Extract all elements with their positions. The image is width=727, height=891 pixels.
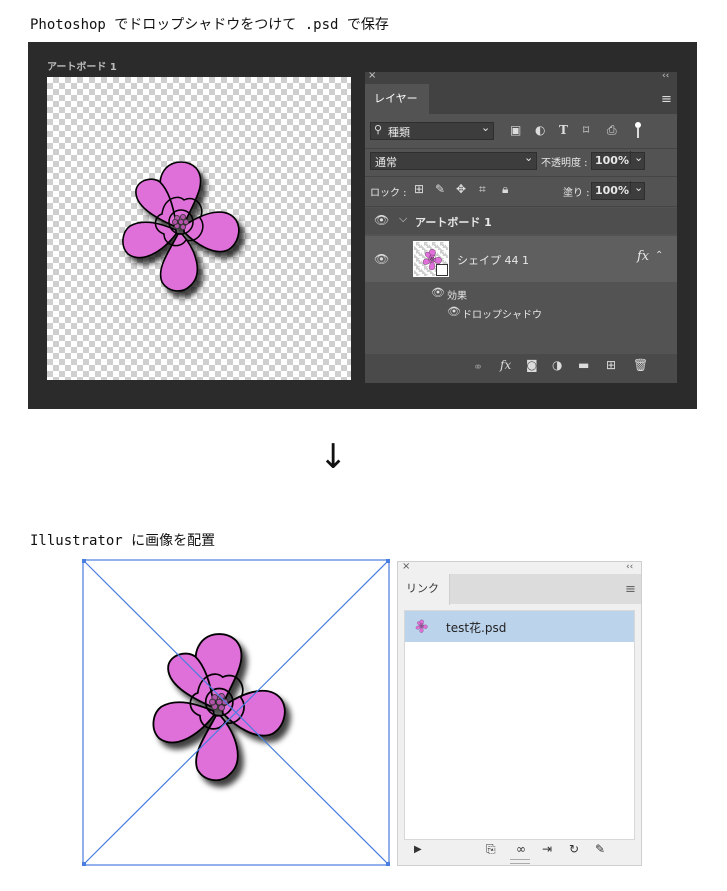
show-info-icon[interactable]: ▶ [414,844,422,855]
layers-panel: × ‹‹ レイヤー ≡ ⚲ 種類 ⌄ ▣ ◐ T ⌑ ⎙ 通常 ⌄ 不透明度 :… [365,70,677,383]
effect-item-label: ドロップシャドウ [462,310,542,321]
lock-position-icon[interactable]: ✥ [456,182,466,196]
lock-label: ロック : [370,188,407,199]
visibility-eye-icon[interactable]: 👁︎ [374,213,389,227]
placed-image-bounds [82,559,390,866]
caption-photoshop: Photoshop でドロップシャドウをつけて .psd で保存 [30,17,389,33]
photoshop-canvas[interactable] [47,77,351,380]
artboard-label: アートボード 1 [47,62,117,73]
illustrator-placed-image[interactable] [82,559,390,866]
collapse-icon[interactable]: ‹‹ [626,562,633,572]
search-icon: ⚲ [374,123,383,136]
smart-object-filter-icon[interactable]: ⎙ [607,123,617,138]
adjustment-icon[interactable]: ◑ [552,358,562,372]
shape-layer-badge-icon [436,264,448,276]
close-icon[interactable]: × [368,70,376,81]
chevron-down-icon[interactable]: ⌵ [399,212,407,226]
adjustment-filter-icon[interactable]: ◐ [535,123,545,137]
photoshop-window: アートボード 1 × ‹‹ レイヤー ≡ ⚲ 種類 ⌄ ▣ ◐ T ⌑ ⎙ 通常 [28,42,697,409]
panel-menu-icon[interactable]: ≡ [661,92,672,107]
link-icon[interactable]: ⚭ [473,360,483,374]
panel-menu-icon[interactable]: ≡ [625,582,636,597]
layer-row-shape[interactable]: 👁︎ シェイプ 44 1 fx ⌃ [365,236,677,282]
lock-all-icon[interactable]: 🔒︎ [502,182,508,197]
trash-icon[interactable]: 🗑︎ [633,358,648,372]
blend-mode-select[interactable]: 通常 ⌄ [370,151,537,170]
tab-links[interactable]: リンク [398,574,450,605]
relink-from-library-icon[interactable]: ⎘ [486,842,496,857]
layer-row-artboard[interactable]: 👁︎ ⌵ アートボード 1 [365,208,677,234]
lock-image-pixels-icon[interactable]: ✎ [435,182,445,196]
filter-kind-select[interactable]: ⚲ 種類 ⌄ [370,121,494,140]
fill-input[interactable]: 100% ⌄ [591,181,645,200]
opacity-input[interactable]: 100% ⌄ [591,151,645,170]
link-thumbnail-image [415,619,428,633]
layer-thumbnail [413,241,449,277]
fx-icon[interactable]: fx [500,358,511,372]
lock-artboard-icon[interactable]: ⌗ [479,182,486,197]
links-panel: × ‹‹ リンク ≡ test花.psd ▶ ⎘ ∞ ⇥ ↻ ✎ [397,561,642,866]
new-layer-icon[interactable]: ⊞ [606,358,616,372]
visibility-eye-icon[interactable]: 👁︎ [447,305,461,318]
image-filter-icon[interactable]: ▣ [510,123,521,137]
relink-icon[interactable]: ∞ [516,842,526,856]
update-link-icon[interactable]: ↻ [569,842,579,856]
fill-label: 塗り : [563,188,590,199]
panel-header [365,72,677,84]
chevron-down-icon: ⌄ [481,121,491,134]
edit-original-icon[interactable]: ✎ [595,842,605,856]
down-arrow-icon: ↓ [319,437,348,477]
fill-value: 100% [595,184,629,197]
shape-filter-icon[interactable]: ⌑ [583,123,589,137]
go-to-link-icon[interactable]: ⇥ [542,842,552,856]
tab-layers[interactable]: レイヤー [365,84,429,114]
fx-badge-icon[interactable]: fx [637,249,649,264]
blend-mode-value: 通常 [375,156,397,169]
folder-icon[interactable]: ▬ [578,358,589,372]
chevron-down-icon: ⌄ [630,181,643,194]
caption-illustrator: Illustrator に画像を配置 [30,533,216,549]
opacity-value: 100% [595,154,629,167]
chevron-up-icon[interactable]: ⌃ [655,250,663,261]
flower-image [122,161,240,292]
effects-row[interactable]: 👁︎ 効果 [365,284,677,304]
opacity-label: 不透明度 : [541,158,588,169]
visibility-eye-icon[interactable]: 👁︎ [374,252,389,266]
chevron-down-icon: ⌄ [524,151,534,164]
collapse-icon[interactable]: ‹‹ [662,71,669,81]
type-filter-icon[interactable]: T [559,123,568,137]
filter-kind-value: 種類 [388,126,410,139]
effects-label: 効果 [447,291,467,302]
layer-name: アートボード 1 [415,216,492,229]
mask-icon[interactable]: ◙ [526,358,538,372]
resize-grip[interactable] [510,859,530,864]
layer-name: シェイプ 44 1 [457,254,529,267]
link-item[interactable]: test花.psd [405,611,634,642]
visibility-eye-icon[interactable]: 👁︎ [431,286,445,299]
close-icon[interactable]: × [402,561,410,572]
layers-bottom-bar [365,354,677,383]
links-list: test花.psd [404,610,635,840]
lock-transparent-pixels-icon[interactable]: ⊞ [414,182,424,196]
toggle-filter-icon[interactable] [632,122,642,140]
drop-shadow-row[interactable]: 👁︎ ドロップシャドウ [365,303,677,323]
chevron-down-icon: ⌄ [630,151,643,164]
link-filename: test花.psd [446,621,507,635]
